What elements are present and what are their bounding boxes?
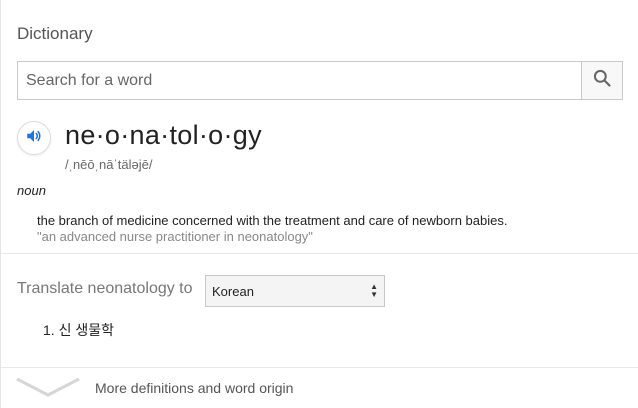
definition-text: the branch of medicine concerned with th…: [37, 213, 508, 228]
translation-result: 1. 신 생물학: [43, 320, 114, 340]
search-icon: [592, 68, 612, 93]
example-sentence: "an advanced nurse practitioner in neona…: [37, 229, 313, 244]
phonetic-spelling: /ˌnēōˌnāˈtäləjē/: [65, 157, 153, 172]
card-title: Dictionary: [17, 24, 93, 43]
section-divider: [1, 253, 638, 254]
chevron-down-icon: [15, 377, 81, 402]
part-of-speech: noun: [17, 183, 46, 198]
headword: ne·o·na·tol·o·gy: [65, 120, 262, 150]
language-select[interactable]: Korean ▲ ▼: [205, 275, 385, 307]
up-down-arrows-icon: ▲ ▼: [370, 282, 378, 299]
translation-number: 1.: [43, 322, 55, 338]
translate-label: Translate neonatology to: [17, 280, 193, 297]
pronunciation-button[interactable]: [17, 121, 51, 155]
search-input[interactable]: [18, 62, 581, 99]
dictionary-card: Dictionary ne·o·na·tol·o·gy /ˌnēōˌnāˈtäl…: [0, 0, 638, 408]
footer-divider: [1, 367, 638, 368]
selected-language: Korean: [212, 283, 254, 299]
search-button[interactable]: [581, 62, 622, 99]
expand-button[interactable]: [15, 376, 81, 403]
speaker-icon: [25, 127, 43, 150]
search-box: [17, 61, 623, 100]
translation-text: 신 생물학: [58, 322, 114, 338]
more-definitions-link[interactable]: More definitions and word origin: [95, 380, 293, 396]
